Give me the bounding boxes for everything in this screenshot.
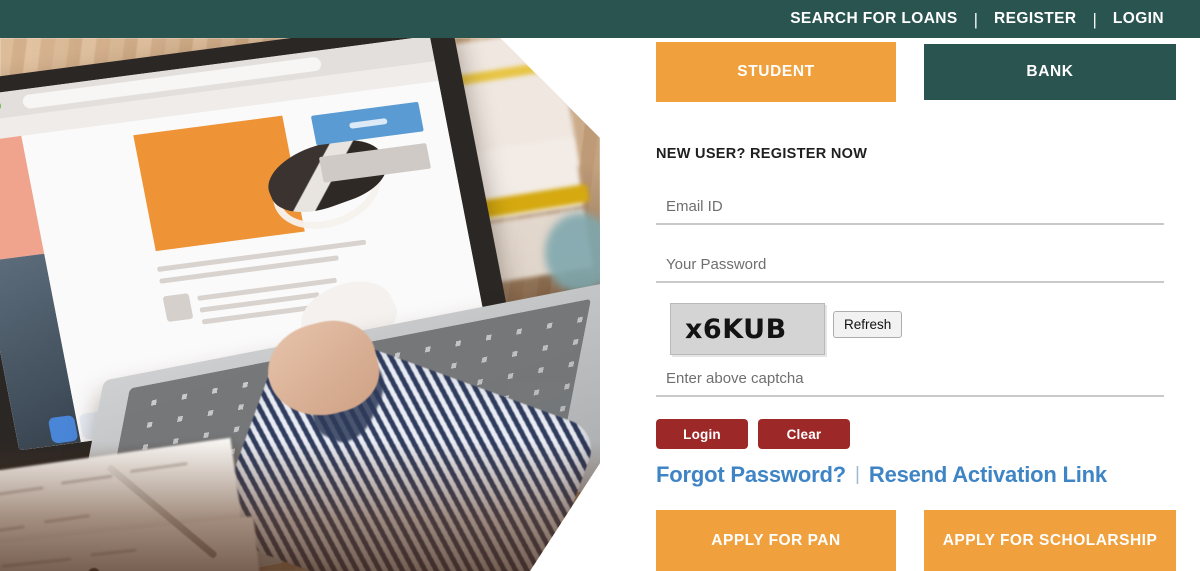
nav-search-for-loans[interactable]: SEARCH FOR LOANS [774,10,973,28]
tab-student[interactable]: STUDENT [656,42,896,102]
password-field-underline [656,281,1164,283]
window-control-dots [0,100,8,115]
screen-primary-button [310,101,424,146]
nav-separator-2: | [1092,9,1097,29]
laptop-desk-photo [0,38,600,571]
link-separator: | [854,464,860,485]
captcha-input-label: Enter above captcha [666,370,804,387]
password-field-group: Your Password [656,256,1164,283]
main-nav: SEARCH FOR LOANS | REGISTER | LOGIN [774,10,1200,28]
form-action-buttons: Login Clear [656,419,850,449]
captcha-refresh-button[interactable]: Refresh [833,311,903,338]
dock-icon [47,414,79,444]
captcha-row: x6KUB Refresh [670,303,903,355]
nav-register[interactable]: REGISTER [978,10,1092,28]
login-panel: STUDENT BANK NEW USER? REGISTER NOW Emai… [600,38,1200,571]
password-field-label: Your Password [666,256,767,273]
clear-button[interactable]: Clear [758,419,850,449]
nav-login[interactable]: LOGIN [1097,10,1180,28]
register-now-text[interactable]: NEW USER? REGISTER NOW [656,146,867,162]
captcha-code: x6KUB [685,313,787,345]
email-field-label: Email ID [666,198,723,215]
screen-avatar [162,293,194,323]
captcha-image: x6KUB [670,303,825,355]
apply-for-scholarship-button[interactable]: APPLY FOR SCHOLARSHIP [924,510,1176,571]
desk-vignette [0,441,600,571]
top-navigation-bar: SEARCH FOR LOANS | REGISTER | LOGIN [0,0,1200,38]
email-field-group: Email ID [656,198,1164,225]
nav-separator-1: | [973,9,979,29]
tab-bank[interactable]: BANK [924,44,1176,100]
login-button[interactable]: Login [656,419,748,449]
account-type-tabs: STUDENT BANK [656,42,1176,106]
apply-buttons-row: APPLY FOR PAN APPLY FOR SCHOLARSHIP [656,510,1176,571]
resend-activation-link[interactable]: Resend Activation Link [869,462,1107,488]
login-page: SEARCH FOR LOANS | REGISTER | LOGIN STUD… [0,0,1200,571]
forgot-password-link[interactable]: Forgot Password? [656,462,846,488]
captcha-input-group: Enter above captcha [656,370,1164,397]
apply-for-pan-button[interactable]: APPLY FOR PAN [656,510,896,571]
email-field-underline [656,223,1164,225]
hero-image [0,38,600,571]
product-image [133,115,395,252]
captcha-input-underline [656,395,1164,397]
helper-links: Forgot Password? | Resend Activation Lin… [656,462,1107,488]
